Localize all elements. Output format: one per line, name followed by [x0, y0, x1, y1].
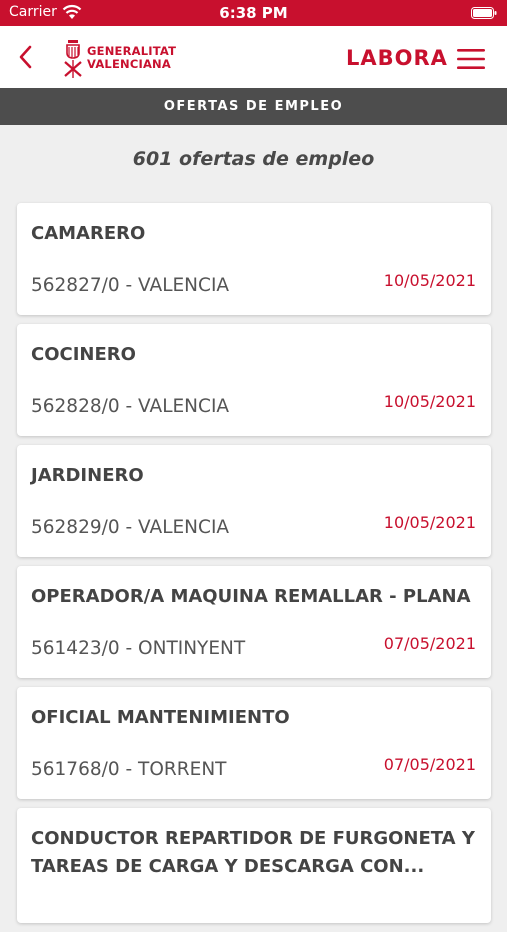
- app-header: GENERALITAT VALENCIANA LABORA: [0, 26, 507, 88]
- status-bar: Carrier 6:38 PM: [0, 0, 507, 26]
- offer-title: CONDUCTOR REPARTIDOR DE FURGONETA Y TARE…: [31, 828, 475, 877]
- offer-date: 07/05/2021: [383, 755, 476, 774]
- offer-title: OPERADOR/A MAQUINA REMALLAR - PLANA: [31, 586, 471, 607]
- offer-date: 07/05/2021: [383, 634, 476, 653]
- clock: 6:38 PM: [219, 4, 288, 22]
- offer-list: CAMARERO 562827/0 - VALENCIA 10/05/2021 …: [17, 203, 491, 932]
- offer-reference: 562828/0 - VALENCIA: [31, 396, 230, 417]
- offer-title: CAMARERO: [31, 223, 146, 244]
- offer-reference: 561423/0 - ONTINYENT: [31, 638, 246, 659]
- offer-card[interactable]: COCINERO 562828/0 - VALENCIA 10/05/2021: [17, 324, 491, 436]
- offer-title: JARDINERO: [31, 465, 144, 486]
- offer-card[interactable]: CONDUCTOR REPARTIDOR DE FURGONETA Y TARE…: [17, 808, 491, 923]
- offer-reference: 561768/0 - TORRENT: [31, 759, 227, 780]
- generalitat-emblem-icon: [64, 40, 82, 78]
- logo-line-2: VALENCIANA: [87, 57, 171, 71]
- offer-title: OFICIAL MANTENIMIENTO: [31, 707, 290, 728]
- generalitat-logo: GENERALITAT VALENCIANA: [62, 38, 182, 80]
- offer-card[interactable]: JARDINERO 562829/0 - VALENCIA 10/05/2021: [17, 445, 491, 557]
- labora-brand: LABORA: [346, 46, 448, 70]
- hamburger-menu-icon[interactable]: [456, 48, 486, 70]
- offer-title: COCINERO: [31, 344, 136, 365]
- offer-card[interactable]: OPERADOR/A MAQUINA REMALLAR - PLANA 5614…: [17, 566, 491, 678]
- offer-card[interactable]: OFICIAL MANTENIMIENTO 561768/0 - TORRENT…: [17, 687, 491, 799]
- offer-card[interactable]: CAMARERO 562827/0 - VALENCIA 10/05/2021: [17, 203, 491, 315]
- offer-date: 10/05/2021: [383, 271, 476, 290]
- offer-reference: 562827/0 - VALENCIA: [31, 275, 230, 296]
- battery-icon: [471, 7, 497, 19]
- offer-reference: 562829/0 - VALENCIA: [31, 517, 230, 538]
- offer-date: 10/05/2021: [383, 513, 476, 532]
- back-button[interactable]: [14, 43, 40, 71]
- section-title: OFERTAS DE EMPLEO: [0, 88, 507, 125]
- offer-date: 10/05/2021: [383, 392, 476, 411]
- generalitat-wordmark: GENERALITAT VALENCIANA: [87, 45, 176, 71]
- offer-count: 601 ofertas de empleo: [132, 148, 375, 170]
